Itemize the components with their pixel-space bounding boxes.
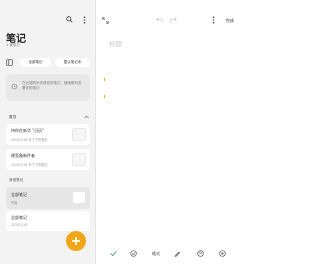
notes-list-panel: 笔记 4 篇笔记 全部笔记 整认笔记本 在云端同步完成你的笔记，随地都可查看你的… [0,0,95,264]
image-icon[interactable] [197,250,204,257]
collapse-icon[interactable] [84,115,89,119]
tab-default-notebook[interactable]: 整认笔记本 [55,58,90,67]
note-title: 全部笔记 [11,215,27,220]
cursor-marker [104,78,105,81]
format-button[interactable]: 格式 [152,251,160,257]
expand-icon[interactable] [102,17,109,24]
note-thumbnail [72,128,86,141]
note-thumbnail [72,191,86,204]
list-item[interactable]: 便签备新件者 2020/2/16 写了下的笔记 [6,149,90,170]
note-title-input[interactable]: 标题 [109,38,122,48]
checklist-icon[interactable] [110,250,117,257]
note-title: 便签备新件者 [11,153,35,158]
search-icon[interactable] [66,16,73,23]
add-icon[interactable] [219,250,226,257]
note-date: 2020/2/16 写了下的笔记 [11,138,48,142]
add-note-button[interactable] [66,231,86,251]
note-count: 4 篇笔记 [6,43,20,47]
sync-notice-text: 在云端同步完成你的笔记，随地都可查看你的笔记 [22,81,82,90]
note-date: 2020/2/16 [11,223,28,227]
cloud-sync-icon [11,83,18,90]
cursor-marker [104,95,105,98]
section-pinned: 置顶 [9,115,17,119]
note-date: 昨晚 [11,201,18,205]
list-item[interactable]: 全部笔记 昨晚 [6,187,90,209]
list-item[interactable]: 持你在新华 "日历" 2020/2/16 写了下的笔记 [6,124,90,145]
undo-icon[interactable] [156,17,163,23]
section-other-notes: 其他笔记 [9,178,24,182]
note-date: 2020/2/16 写了下的笔记 [11,163,48,167]
more-options-icon[interactable] [83,16,86,24]
tab-all-notes[interactable]: 全部笔记 [20,58,51,67]
note-thumbnail [72,153,86,166]
check-circle-icon[interactable] [130,250,137,257]
draw-icon[interactable] [174,250,181,257]
format-toolbar: 格式 [96,244,240,264]
note-title: 全部笔记 [11,192,27,197]
plus-icon [71,236,81,246]
list-item[interactable]: 全部笔记 2020/2/16 [6,211,90,231]
sync-notice-card[interactable]: 在云端同步完成你的笔记，随地都可查看你的笔记 [6,74,90,101]
note-title: 持你在新华 "日历" [11,128,44,133]
sidebar-toggle-icon[interactable] [6,59,13,66]
notebook-tabs: 全部笔记 整认笔记本 [6,58,90,67]
redo-icon[interactable] [170,17,177,23]
more-options-icon[interactable] [212,16,215,24]
editor-panel: 完成 标题 格式 [96,0,240,264]
done-button[interactable]: 完成 [226,18,234,24]
